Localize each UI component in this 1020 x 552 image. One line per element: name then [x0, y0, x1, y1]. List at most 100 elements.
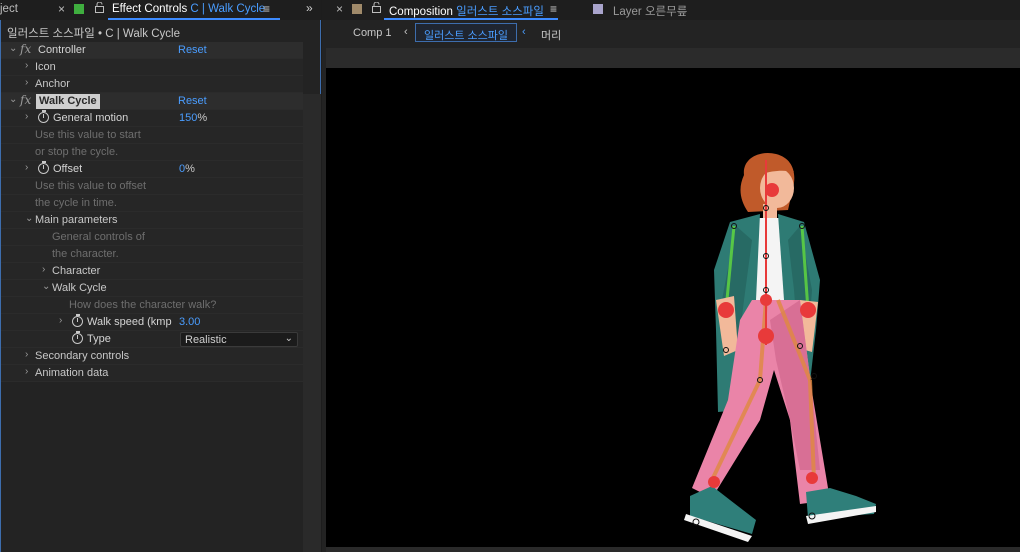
- param-description: General controls of: [1, 229, 303, 246]
- close-icon[interactable]: ×: [58, 2, 65, 16]
- param-walk-speed[interactable]: › Walk speed (kmp 3.00: [1, 314, 303, 331]
- group-label: Walk Cycle: [52, 282, 107, 294]
- stopwatch-icon[interactable]: [72, 314, 83, 327]
- tab-effect-layer: C | Walk Cycle: [190, 3, 266, 15]
- description-text: or stop the cycle.: [35, 146, 119, 158]
- tab-composition[interactable]: Composition 일러스트 소스파일: [389, 3, 544, 19]
- tab-effect-label: Effect Controls: [112, 3, 188, 15]
- twirl-closed-icon[interactable]: ›: [25, 349, 28, 360]
- stopwatch-icon[interactable]: [38, 110, 49, 123]
- dropdown-selected-value: Realistic: [185, 334, 227, 346]
- general-motion-value[interactable]: 150%: [179, 112, 207, 124]
- twirl-closed-icon[interactable]: ›: [25, 77, 28, 88]
- value-number[interactable]: 150: [179, 112, 197, 124]
- effect-controller[interactable]: ⌄ fx Controller Reset: [1, 42, 303, 59]
- param-description: the cycle in time.: [1, 195, 303, 212]
- param-label: General motion: [53, 112, 129, 124]
- param-description: Use this value to start: [1, 127, 303, 144]
- fx-icon[interactable]: fx: [20, 93, 31, 107]
- group-label: Main parameters: [35, 214, 118, 226]
- param-type[interactable]: Type Realistic ⌄: [1, 331, 303, 348]
- group-secondary-controls[interactable]: › Secondary controls: [1, 348, 303, 365]
- group-main-parameters[interactable]: ⌄ Main parameters: [1, 212, 303, 229]
- twirl-closed-icon[interactable]: ›: [59, 315, 62, 326]
- description-text: the character.: [52, 248, 119, 260]
- right-tab-bar: × Composition 일러스트 소스파일 ≡ Layer 오른무릎: [322, 0, 1020, 20]
- reset-button[interactable]: Reset: [178, 44, 207, 56]
- twirl-open-icon[interactable]: ⌄: [25, 213, 33, 224]
- group-walk-cycle[interactable]: ⌄ Walk Cycle: [1, 280, 303, 297]
- effect-name-selected[interactable]: Walk Cycle: [36, 94, 100, 109]
- panel-menu-icon[interactable]: ≡: [550, 2, 557, 16]
- breadcrumb-comp-1[interactable]: Comp 1: [353, 27, 392, 39]
- effect-name: Controller: [38, 44, 86, 56]
- stopwatch-icon[interactable]: [38, 161, 49, 174]
- effect-walk-cycle[interactable]: ⌄ fx Walk Cycle Reset: [1, 93, 303, 110]
- param-description: the character.: [1, 246, 303, 263]
- tab-comp-label: Composition: [389, 6, 453, 18]
- param-description: or stop the cycle.: [1, 144, 303, 161]
- twirl-open-icon[interactable]: ⌄: [9, 94, 17, 105]
- chevron-down-icon: ⌄: [284, 333, 293, 344]
- comp-label-swatch: [352, 4, 362, 14]
- lock-icon[interactable]: [372, 1, 381, 16]
- viewer-bottom-bar: [326, 547, 1020, 552]
- label-color-swatch: [74, 4, 84, 14]
- more-tabs-icon[interactable]: »: [306, 1, 313, 15]
- param-label: Walk speed (kmp: [87, 316, 172, 328]
- twirl-closed-icon[interactable]: ›: [42, 264, 45, 275]
- twirl-closed-icon[interactable]: ›: [25, 162, 28, 173]
- fx-icon[interactable]: fx: [20, 42, 31, 56]
- twirl-open-icon[interactable]: ⌄: [9, 43, 17, 54]
- description-text: General controls of: [52, 231, 145, 243]
- param-label: Offset: [53, 163, 83, 175]
- left-tab-bar: ject × Effect Controls C | Walk Cycle ≡ …: [0, 0, 321, 20]
- composition-viewer[interactable]: [326, 68, 1020, 547]
- stopwatch-icon[interactable]: [72, 331, 83, 344]
- group-icon[interactable]: › Icon: [1, 59, 303, 76]
- panel-menu-icon[interactable]: ≡: [263, 2, 270, 16]
- composition-panel: × Composition 일러스트 소스파일 ≡ Layer 오른무릎 Com…: [322, 0, 1020, 552]
- twirl-closed-icon[interactable]: ›: [25, 111, 28, 122]
- group-anchor[interactable]: › Anchor: [1, 76, 303, 93]
- lock-icon[interactable]: [95, 1, 104, 16]
- walk-speed-value[interactable]: 3.00: [179, 316, 200, 328]
- effect-controls-body: 일러스트 소스파일 • C | Walk Cycle ⌄ fx Controll…: [0, 20, 321, 552]
- twirl-closed-icon[interactable]: ›: [25, 60, 28, 71]
- twirl-open-icon[interactable]: ⌄: [42, 281, 50, 292]
- description-text: Use this value to offset: [35, 180, 147, 192]
- group-label: Animation data: [35, 367, 109, 379]
- tab-layer[interactable]: Layer 오른무릎: [613, 3, 687, 19]
- vertical-scrollbar[interactable]: [303, 94, 321, 552]
- description-text: the cycle in time.: [35, 197, 117, 209]
- comp-breadcrumb: Comp 1 ‹ 일러스트 소스파일 ‹ 머리: [322, 20, 1020, 48]
- effect-controls-header: 일러스트 소스파일 • C | Walk Cycle: [7, 28, 181, 40]
- group-label: Icon: [35, 61, 56, 73]
- twirl-closed-icon[interactable]: ›: [25, 366, 28, 377]
- offset-value[interactable]: 0%: [179, 163, 195, 175]
- viewer-top-bar: [326, 48, 1020, 68]
- description-text: How does the character walk?: [69, 299, 217, 311]
- tab-comp-name: 일러스트 소스파일: [456, 6, 544, 18]
- tab-project[interactable]: ject: [0, 3, 18, 15]
- breadcrumb-current[interactable]: 일러스트 소스파일: [415, 23, 518, 42]
- tab-effect-controls[interactable]: Effect Controls C | Walk Cycle: [112, 3, 265, 15]
- group-label: Anchor: [35, 78, 70, 90]
- group-label: Character: [52, 265, 101, 277]
- chevron-left-icon: ‹: [404, 26, 408, 38]
- group-label: Secondary controls: [35, 350, 130, 362]
- param-general-motion[interactable]: › General motion 150%: [1, 110, 303, 127]
- chevron-left-icon: ‹: [522, 26, 526, 38]
- type-dropdown[interactable]: Realistic ⌄: [180, 332, 298, 347]
- group-animation-data[interactable]: › Animation data: [1, 365, 303, 382]
- value-unit: %: [185, 163, 195, 175]
- breadcrumb-head[interactable]: 머리: [541, 27, 561, 43]
- group-character[interactable]: › Character: [1, 263, 303, 280]
- layer-label-swatch: [593, 4, 603, 14]
- close-icon[interactable]: ×: [336, 2, 343, 16]
- reset-button[interactable]: Reset: [178, 95, 207, 107]
- param-description: How does the character walk?: [1, 297, 303, 314]
- param-offset[interactable]: › Offset 0%: [1, 161, 303, 178]
- param-description: Use this value to offset: [1, 178, 303, 195]
- param-label: Type: [87, 333, 111, 345]
